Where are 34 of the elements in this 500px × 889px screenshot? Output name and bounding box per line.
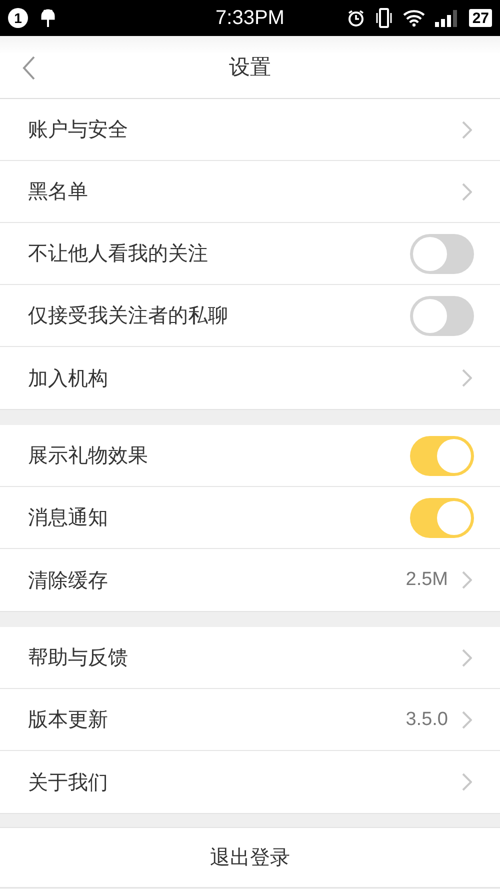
- setting-label: 关于我们: [28, 768, 109, 796]
- back-icon: [22, 56, 36, 80]
- setting-label: 账户与安全: [28, 116, 129, 143]
- chevron-right-icon[interactable]: [462, 120, 472, 138]
- setting-label: 仅接受我关注者的私聊: [28, 302, 229, 329]
- setting-value: 2.5M: [406, 569, 448, 591]
- vibrate-icon: [375, 8, 394, 28]
- setting-label: 黑名单: [28, 178, 89, 205]
- setting-label: 版本更新: [28, 706, 109, 733]
- chevron-right-icon[interactable]: [462, 773, 472, 791]
- battery-level: 27: [469, 9, 492, 27]
- notification-badge: 1: [8, 8, 28, 28]
- chevron-right-icon[interactable]: [462, 571, 472, 589]
- chevron-right-icon[interactable]: [462, 182, 472, 200]
- alarm-icon: [347, 9, 366, 27]
- toggle-switch[interactable]: [410, 234, 474, 274]
- setting-label: 清除缓存: [28, 566, 109, 594]
- signal-icon: [435, 9, 460, 27]
- wifi-icon: [403, 9, 426, 27]
- logout-button[interactable]: 退出登录: [0, 827, 500, 888]
- chevron-right-icon[interactable]: [462, 648, 472, 666]
- setting-value: 3.5.0: [406, 708, 448, 730]
- page-title: 设置: [229, 54, 271, 81]
- setting-label: 消息通知: [28, 504, 109, 531]
- setting-label: 帮助与反馈: [28, 644, 129, 671]
- setting-label: 加入机构: [28, 364, 109, 392]
- toggle-switch[interactable]: [410, 436, 474, 476]
- clock-time: 7:33PM: [216, 6, 284, 30]
- chevron-right-icon[interactable]: [462, 369, 472, 387]
- setting-label: 不让他人看我的关注: [28, 240, 209, 267]
- chevron-right-icon[interactable]: [462, 710, 472, 728]
- setting-label: 展示礼物效果: [28, 442, 149, 469]
- toggle-switch[interactable]: [410, 498, 474, 538]
- toggle-switch[interactable]: [410, 296, 474, 336]
